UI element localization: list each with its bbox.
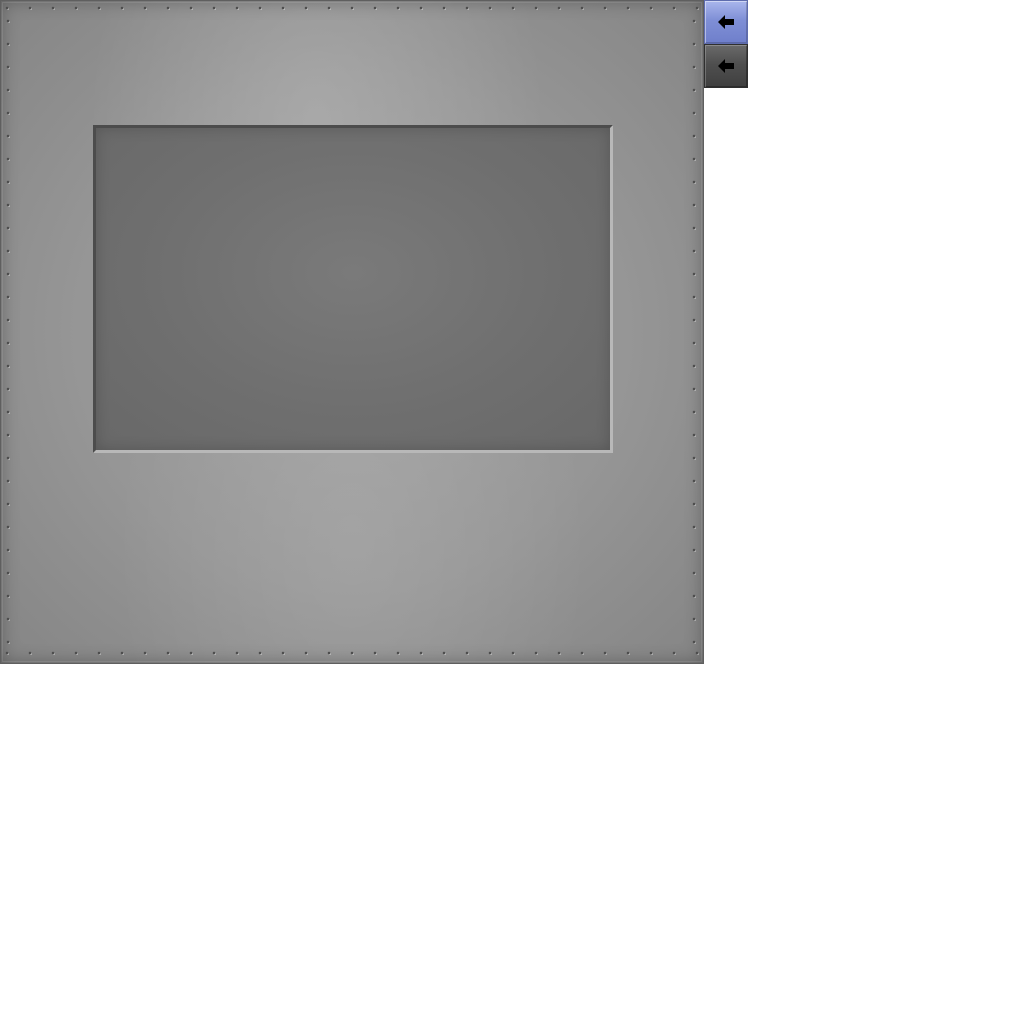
- rivet-column-right: [692, 19, 698, 645]
- metal-panel: [0, 0, 704, 664]
- rivet-column-left: [6, 19, 12, 645]
- back-button-secondary[interactable]: left-arrow-icon: [704, 44, 748, 88]
- rivet-row-top: [5, 6, 699, 12]
- application-stage: left-arrow-icon left-arrow-icon: [0, 0, 1024, 1024]
- rivet-row-bottom: [5, 651, 699, 657]
- left-arrow-icon: [718, 15, 734, 29]
- back-button-primary[interactable]: left-arrow-icon: [704, 0, 748, 44]
- left-arrow-icon: [718, 59, 734, 73]
- side-button-stack: left-arrow-icon left-arrow-icon: [704, 0, 748, 88]
- inset-display: [93, 125, 613, 453]
